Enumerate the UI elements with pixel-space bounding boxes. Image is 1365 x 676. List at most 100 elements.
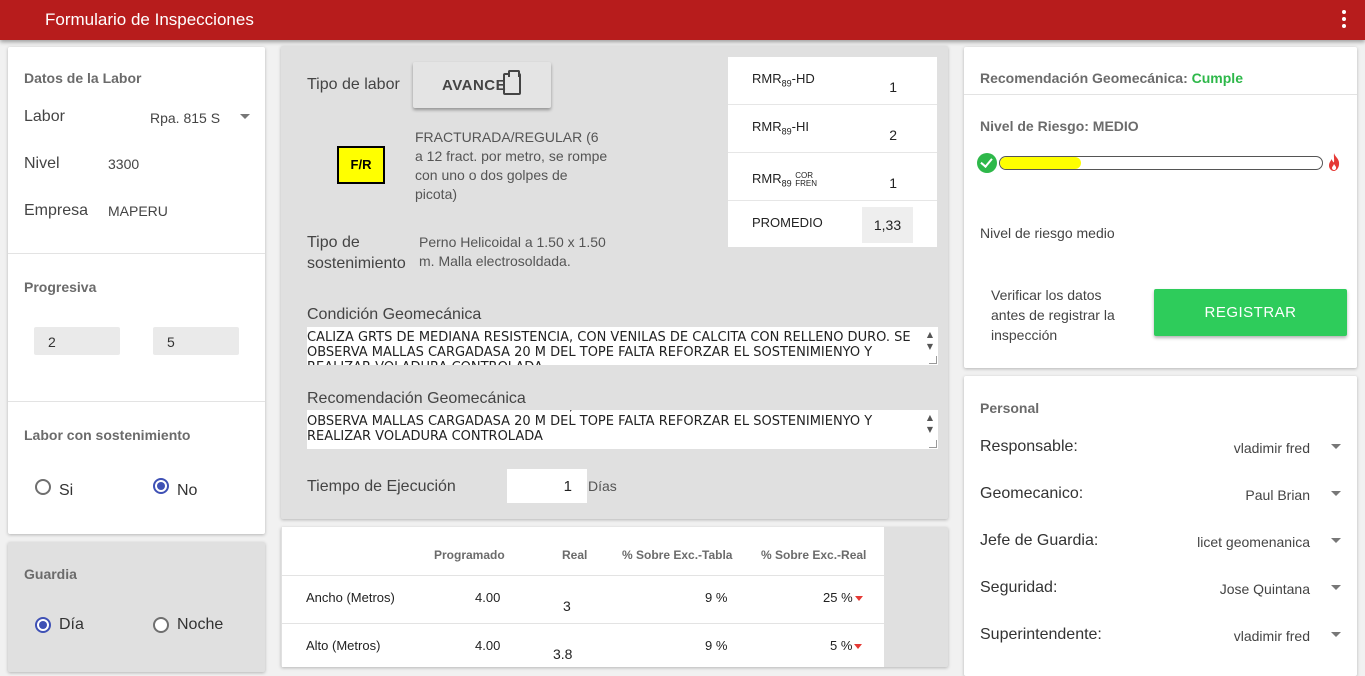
labor-value: Rpa. 815 S (150, 110, 221, 126)
rmr-corfren-label: RMR89 COR FREN (752, 170, 818, 189)
personal-field-select[interactable]: Paul Brian (1160, 481, 1345, 509)
labor-label: Labor (24, 108, 65, 125)
promedio-value: 1,33 (862, 207, 913, 243)
col-header-real: Real (562, 548, 588, 562)
personal-field-select[interactable]: licet geomenanica (1160, 528, 1345, 556)
rmr-row-hd: RMR89-HD 1 (728, 57, 937, 105)
rmr-panel: RMR89-HD 1 RMR89-HI 2 RMR89 COR FREN 1 PR… (728, 57, 937, 247)
table-row: Ancho (Metros) 4.00 3 9 % 25 % (282, 576, 884, 623)
rmr-hi-value: 2 (889, 127, 897, 143)
chevron-down-icon (1331, 491, 1341, 496)
sostenimiento-si-label: Si (59, 482, 74, 499)
resize-grip-icon[interactable] (929, 356, 937, 364)
progresiva-input-1[interactable]: 2 (34, 327, 120, 355)
rmr-hd-value: 1 (889, 79, 897, 95)
divider (8, 401, 265, 402)
chevron-down-icon (1331, 585, 1341, 590)
guardia-noche-label: Noche (177, 616, 224, 633)
riesgo-title: Nivel de Riesgo: MEDIO (980, 118, 1139, 134)
condicion-textarea[interactable]: CALIZA GRTS DE MEDIANA RESISTENCIA, CON … (307, 327, 938, 365)
personal-field-label: Seguridad: (980, 579, 1058, 596)
rmr-corfren-value: 1 (889, 175, 897, 191)
recomendacion-status-value: Cumple (1191, 70, 1243, 86)
row-real-input[interactable]: 3 (563, 598, 571, 614)
recomendacion-status: Recomendación Geomecánica: Cumple (980, 70, 1243, 86)
row-tabla-pct: 9 % (705, 590, 728, 605)
progresiva-input-2[interactable]: 5 (153, 327, 239, 355)
personal-field-label: Superintendente: (980, 626, 1102, 643)
rmr-row-hi: RMR89-HI 2 (728, 105, 937, 153)
recomendacion-label: Recomendación Geomecánica (307, 390, 526, 407)
risk-level-bar (999, 156, 1323, 170)
empresa-value[interactable]: MAPERU (108, 203, 168, 219)
tiempo-unit: Días (588, 478, 617, 494)
col-header-tabla: % Sobre Exc.-Tabla (622, 548, 733, 562)
row-real-input[interactable]: 3.8 (553, 646, 572, 662)
personal-field-label: Jefe de Guardia: (980, 532, 1099, 549)
rmr-row-promedio: PROMEDIO 1,33 (728, 201, 937, 249)
condicion-text: CALIZA GRTS DE MEDIANA RESISTENCIA, CON … (307, 330, 911, 365)
guardia-noche-radio[interactable] (153, 617, 169, 633)
scroll-arrows-icon[interactable]: ▲ ▼ (925, 412, 935, 436)
tiempo-label: Tiempo de Ejecución (307, 478, 456, 495)
avance-button-label: AVANCE (442, 77, 507, 94)
fire-icon (1329, 153, 1340, 171)
datos-labor-title: Datos de la Labor (24, 70, 142, 86)
riesgo-text: Nivel de riesgo medio (980, 225, 1115, 241)
datos-labor-card: Datos de la Labor Labor Rpa. 815 S Nivel… (8, 47, 265, 534)
personal-field-select[interactable]: Jose Quintana (1160, 575, 1345, 603)
guardia-dia-radio[interactable] (35, 617, 51, 633)
app-title: Formulario de Inspecciones (45, 10, 254, 29)
avance-button[interactable]: AVANCE (413, 62, 551, 108)
nivel-label: Nivel (24, 155, 60, 172)
table-row: Alto (Metros) 4.00 3.8 9 % 5 % (282, 624, 884, 671)
chevron-down-icon (240, 114, 250, 119)
sostenimiento-si-radio[interactable] (35, 479, 51, 495)
risk-level-fill (1000, 157, 1081, 169)
personal-field-value: Jose Quintana (1219, 581, 1310, 597)
recomendacion-status-label: Recomendación Geomecánica: (980, 70, 1188, 86)
condicion-label: Condición Geomecánica (307, 306, 482, 323)
rmr-hi-label: RMR89-HI (752, 119, 809, 137)
personal-field-select[interactable]: vladimir fred (1160, 434, 1345, 462)
sostenimiento-no-radio[interactable] (153, 478, 169, 494)
divider (964, 94, 1357, 95)
personal-field-value: vladimir fred (1233, 440, 1310, 456)
progresiva-title: Progresiva (24, 279, 97, 295)
row-real-pct: 5 % (830, 638, 863, 653)
row-real-pct: 25 % (823, 590, 863, 605)
row-programado: 4.00 (475, 590, 501, 605)
personal-field-label: Geomecanico: (980, 485, 1084, 502)
resize-grip-icon[interactable] (929, 440, 937, 448)
recomendacion-text: CALIZA GRTS DE MEDIANA RESISTENCIA, CON … (307, 410, 911, 444)
tiempo-input[interactable]: 1 (507, 469, 587, 503)
sostenimiento-title: Labor con sostenimiento (24, 427, 191, 443)
nivel-value[interactable]: 3300 (108, 156, 139, 172)
personal-field-select[interactable]: vladimir fred (1160, 622, 1345, 650)
rmr-row-corfren: RMR89 COR FREN 1 (728, 153, 937, 201)
check-circle-icon (977, 153, 997, 173)
scroll-arrows-icon[interactable]: ▲ ▼ (925, 329, 935, 353)
col-header-programado: Programado (434, 548, 505, 562)
personal-title: Personal (980, 400, 1040, 416)
row-name: Ancho (Metros) (306, 590, 395, 605)
rock-class-description: FRACTURADA/REGULAR (6 a 12 fract. por me… (415, 129, 608, 202)
promedio-label: PROMEDIO (752, 215, 823, 230)
more-options-icon[interactable] (1340, 10, 1348, 30)
chevron-down-icon (1331, 444, 1341, 449)
labor-select[interactable]: Rpa. 815 S (143, 103, 253, 131)
clipboard-icon (503, 70, 521, 95)
col-header-real-pct: % Sobre Exc.-Real (761, 548, 867, 562)
registrar-button[interactable]: REGISTRAR (1154, 289, 1347, 336)
row-name: Alto (Metros) (306, 638, 381, 653)
chevron-down-icon (1331, 632, 1341, 637)
row-programado: 4.00 (475, 638, 501, 653)
personal-field-value: vladimir fred (1233, 628, 1310, 644)
guardia-dia-label: Día (59, 616, 84, 633)
personal-field-value: licet geomenanica (1197, 534, 1310, 550)
down-arrow-icon (854, 644, 863, 650)
excavation-table: Programado Real % Sobre Exc.-Tabla % Sob… (282, 527, 884, 667)
recomendacion-textarea[interactable]: CALIZA GRTS DE MEDIANA RESISTENCIA, CON … (307, 410, 938, 449)
rmr-hd-label: RMR89-HD (752, 71, 815, 89)
personal-field-label: Responsable: (980, 438, 1078, 455)
